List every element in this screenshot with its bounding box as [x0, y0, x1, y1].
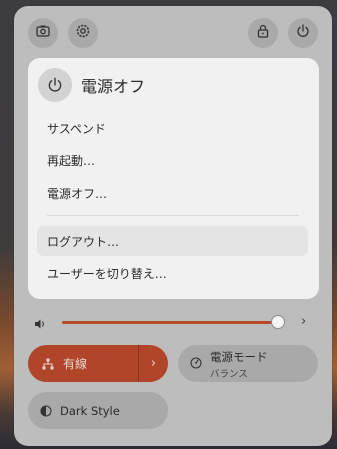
settings-button[interactable]	[68, 18, 98, 48]
dark-style-toggle[interactable]: Dark Style	[28, 392, 168, 429]
menu-item-label: サスペンド	[47, 121, 106, 136]
wired-toggle-label: 有線	[63, 357, 88, 371]
menu-item-power-off[interactable]: 電源オフ…	[37, 178, 308, 208]
menu-item-label: ログアウト…	[47, 234, 120, 249]
lock-icon	[255, 23, 271, 43]
menu-item-log-out[interactable]: ログアウト…	[37, 226, 308, 256]
menu-item-restart[interactable]: 再起動…	[37, 145, 308, 175]
power-mode-icon	[190, 357, 202, 369]
menu-item-label: ユーザーを切り替え…	[47, 266, 167, 281]
power-mode-title: 電源モード	[210, 350, 268, 364]
lock-button[interactable]	[248, 18, 278, 48]
power-mode-subtitle: バランス	[210, 369, 248, 380]
screenshot-button[interactable]	[28, 18, 58, 48]
network-wired-icon	[42, 358, 54, 369]
power-icon	[295, 23, 311, 43]
power-button[interactable]	[288, 18, 318, 48]
wired-network-toggle: 有線 ›	[28, 345, 168, 382]
menu-item-switch-user[interactable]: ユーザーを切り替え…	[37, 258, 308, 288]
menu-item-label: 電源オフ…	[47, 186, 108, 201]
wired-expand-button[interactable]: ›	[139, 345, 168, 382]
dark-style-icon	[40, 404, 52, 417]
power-menu: 電源オフ サスペンド 再起動… 電源オフ… ログアウト… ユーザーを切り替え…	[28, 58, 319, 299]
wired-toggle-button[interactable]: 有線	[28, 345, 138, 382]
volume-expand-button[interactable]: ›	[301, 314, 306, 329]
power-menu-header: 電源オフ	[38, 68, 145, 102]
menu-item-label: 再起動…	[47, 153, 96, 168]
menu-separator	[47, 215, 299, 216]
dark-style-label: Dark Style	[60, 403, 120, 418]
speaker-icon[interactable]	[33, 316, 47, 330]
screenshot-icon	[35, 23, 51, 43]
power-mode-toggle[interactable]: 電源モード バランス	[178, 345, 318, 382]
power-menu-title: 電源オフ	[81, 77, 146, 96]
settings-icon	[75, 23, 91, 43]
menu-item-suspend[interactable]: サスペンド	[37, 113, 308, 143]
volume-slider-track[interactable]	[62, 321, 279, 324]
power-icon	[38, 68, 72, 102]
